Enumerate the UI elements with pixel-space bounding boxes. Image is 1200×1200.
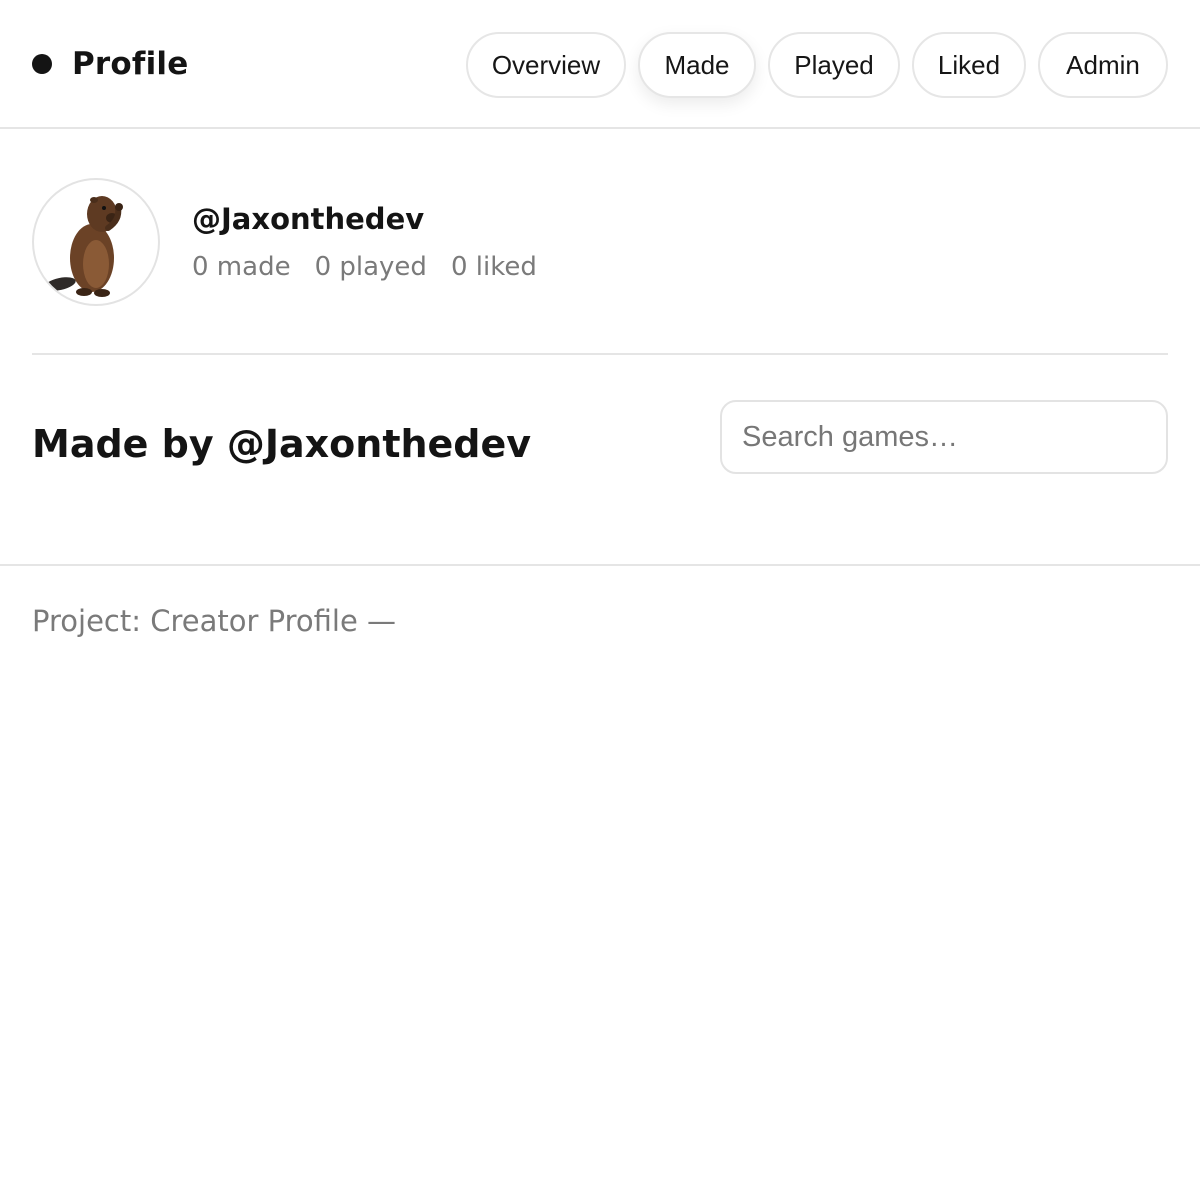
stat-made: 0 made xyxy=(192,252,291,282)
project-label: Project: Creator Profile — xyxy=(32,604,397,638)
divider xyxy=(0,564,1200,566)
tab-made[interactable]: Made xyxy=(638,32,756,98)
section-title: Made by @Jaxonthedev xyxy=(32,422,532,466)
brand-dot-icon xyxy=(32,54,52,74)
tab-played[interactable]: Played xyxy=(768,32,900,98)
avatar xyxy=(32,178,160,306)
page-title: Profile xyxy=(72,46,189,82)
tab-liked[interactable]: Liked xyxy=(912,32,1026,98)
beaver-avatar-icon xyxy=(44,196,123,297)
tab-admin[interactable]: Admin xyxy=(1038,32,1168,98)
top-bar: Profile Overview Made Played Liked Admin xyxy=(0,0,1200,129)
brand: Profile xyxy=(32,44,188,84)
profile-stats: 0 made 0 played 0 liked xyxy=(192,252,561,282)
tab-overview[interactable]: Overview xyxy=(466,32,626,98)
search-input[interactable] xyxy=(720,400,1168,474)
stat-liked: 0 liked xyxy=(450,252,537,282)
profile-handle: @Jaxonthedev xyxy=(192,202,425,236)
divider xyxy=(32,353,1168,355)
stat-played: 0 played xyxy=(314,252,427,282)
